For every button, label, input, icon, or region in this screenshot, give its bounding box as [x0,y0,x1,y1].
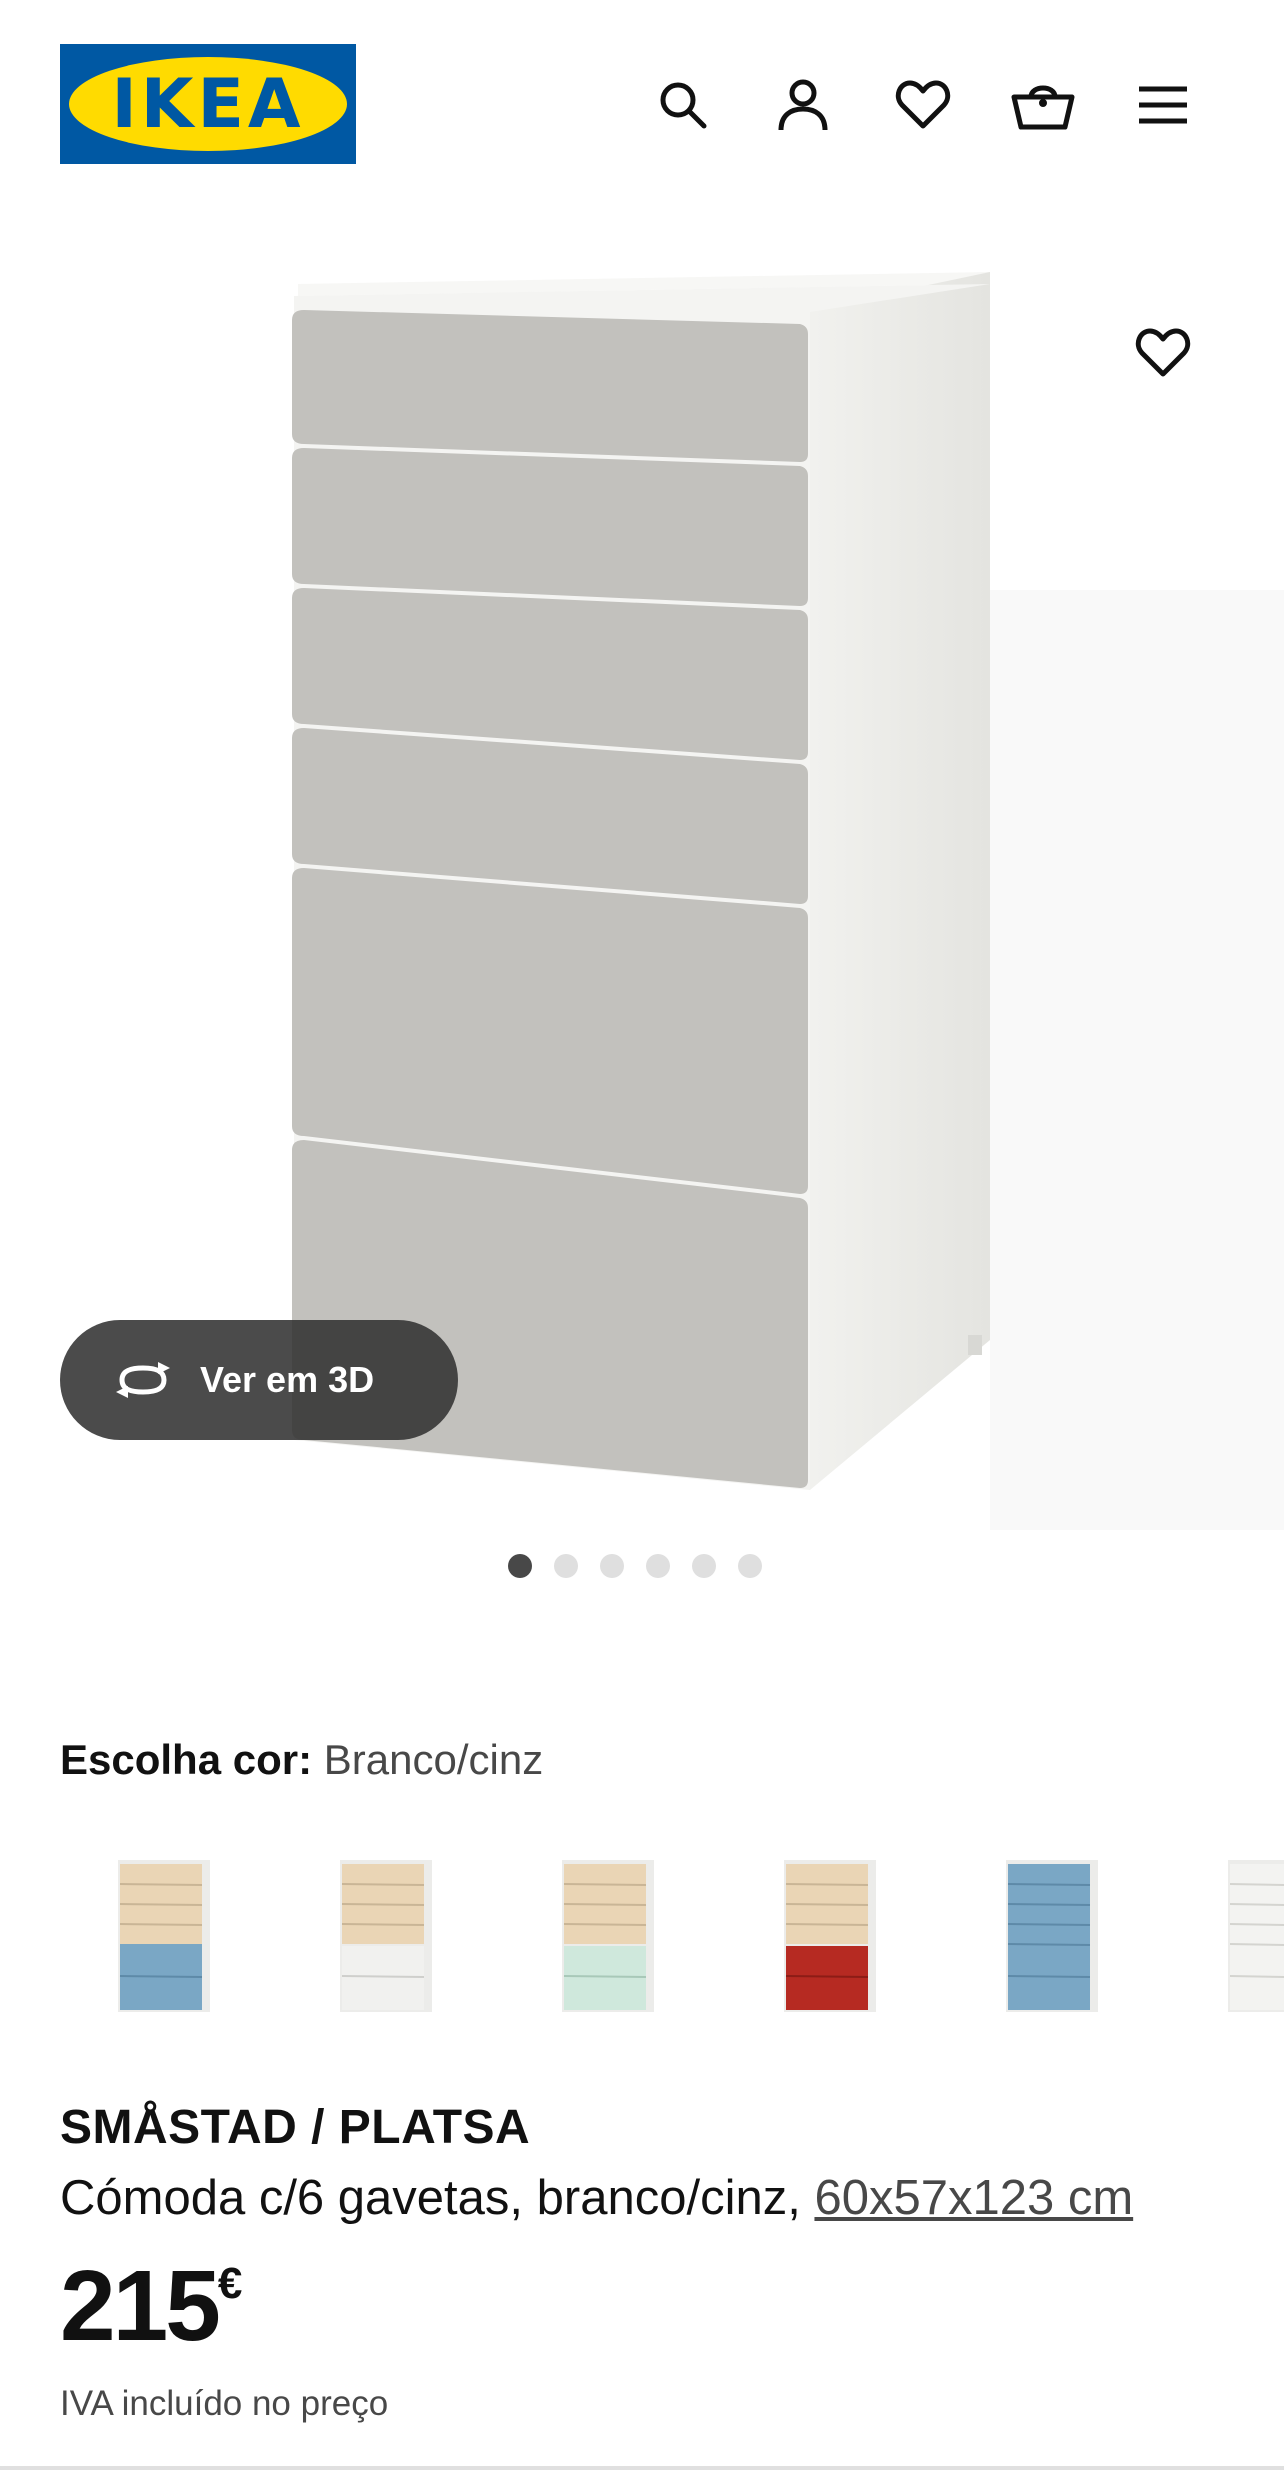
gallery-dot-4[interactable] [646,1554,670,1578]
section-divider [0,2466,1284,2470]
account-icon[interactable] [768,70,838,140]
gallery-dot-1[interactable] [508,1554,532,1578]
color-swatch-blue[interactable] [976,1840,1116,2030]
gallery-dot-6[interactable] [738,1554,762,1578]
logo-text: IKEA [111,64,305,144]
gallery-dot-2[interactable] [554,1554,578,1578]
gallery-dot-5[interactable] [692,1554,716,1578]
color-swatch-white[interactable] [1198,1840,1284,2030]
view-in-3d-button[interactable]: Ver em 3D [60,1320,458,1440]
color-swatch-birch-mint[interactable] [532,1840,672,2030]
heart-icon [1135,328,1191,377]
add-to-favorites-button[interactable] [1128,318,1198,388]
color-label: Escolha cor: [60,1736,313,1783]
view-in-3d-label: Ver em 3D [200,1359,375,1400]
menu-icon[interactable] [1128,70,1198,140]
ikea-logo[interactable]: IKEA [60,44,356,164]
search-icon[interactable] [648,70,718,140]
product-name: SMÅSTAD / PLATSA [60,2101,531,2154]
price-currency: € [217,2259,243,2308]
basket-icon[interactable] [1008,70,1078,140]
color-value: Branco/cinz [323,1736,544,1783]
price-value: 215 [60,2250,221,2362]
color-selector-label: Escolha cor: Branco/cinz [60,1736,543,1784]
product-price: 215€ [60,2256,242,2356]
product-description-text: Cómoda c/6 gavetas, branco/cinz, [60,2171,815,2225]
product-description: Cómoda c/6 gavetas, branco/cinz, 60x57x1… [60,2170,1133,2226]
color-swatch-birch-white[interactable] [310,1840,450,2030]
gallery-dot-3[interactable] [600,1554,624,1578]
gallery-pagination [508,1554,762,1578]
vat-note: IVA incluído no preço [60,2384,389,2423]
product-dimensions-link[interactable]: 60x57x123 cm [814,2171,1133,2225]
heart-icon[interactable] [888,70,958,140]
color-swatch-birch-red[interactable] [754,1840,894,2030]
color-swatch-birch-blue[interactable] [88,1840,228,2030]
rotate-3d-icon [116,1362,170,1398]
